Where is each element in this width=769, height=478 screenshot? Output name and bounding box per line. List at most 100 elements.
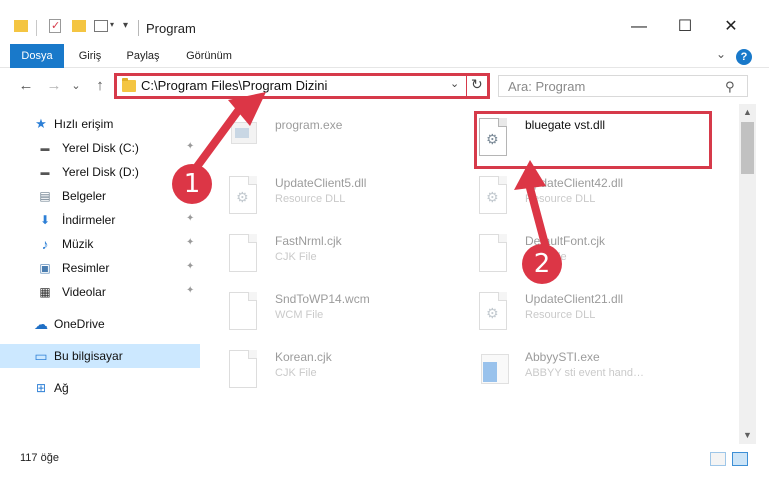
search-input[interactable]: Ara: Program: [508, 79, 585, 94]
sidebar-item-drive-d[interactable]: ▬ Yerel Disk (D:): [0, 160, 200, 184]
file-item[interactable]: Korean.cjk CJK File: [205, 342, 450, 398]
drive-icon: ▬: [40, 143, 50, 153]
file-type: Resource DLL: [525, 193, 596, 205]
file-type: ABBYY sti event hand…: [525, 367, 645, 379]
gear-icon: ⚙: [486, 189, 499, 205]
dll-icon: ⚙: [479, 292, 511, 332]
file-name: UpdateClient5.dll: [275, 176, 367, 190]
file-name: FastNrml.cjk: [275, 234, 342, 248]
properties-icon[interactable]: ✓: [48, 16, 64, 36]
pictures-icon: ▣: [39, 261, 51, 275]
scroll-thumb[interactable]: [741, 122, 754, 174]
file-type: CJK File: [275, 367, 317, 379]
customize-quick-access-icon[interactable]: ▾: [94, 16, 114, 36]
help-icon[interactable]: ?: [736, 49, 752, 65]
title-bar: ✓ ▾ ▾ Program — ☐ ✕: [0, 0, 769, 44]
file-item[interactable]: FastNrml.cjk CJK File: [205, 226, 450, 282]
drive-icon: ▬: [40, 167, 50, 177]
callout-one: 1: [172, 164, 212, 204]
navigation-bar: ← → ⌄ ↑ C:\Program Files\Program Dizini …: [0, 68, 769, 104]
callout-two: 2: [522, 244, 562, 284]
sidebar-item-music[interactable]: ♪ Müzik ✦: [0, 232, 200, 256]
sidebar-item-network[interactable]: ⊞ Ağ: [0, 376, 200, 400]
gear-icon: ⚙: [236, 189, 249, 205]
documents-icon: ▤: [39, 189, 51, 203]
sidebar-item-label: Resimler: [62, 261, 110, 275]
folder-icon: [122, 78, 136, 92]
pin-icon: ✦: [186, 237, 195, 248]
exe-icon: [479, 350, 511, 390]
tab-home[interactable]: Giriş: [70, 44, 110, 68]
sidebar-item-videos[interactable]: ▦ Videolar ✦: [0, 280, 200, 304]
sidebar-item-documents[interactable]: ▤ Belgeler: [0, 184, 200, 208]
recent-locations-button[interactable]: ⌄: [66, 76, 86, 96]
document-icon: [229, 292, 261, 332]
file-name: Korean.cjk: [275, 350, 332, 364]
address-bar[interactable]: C:\Program Files\Program Dizini ⌄ ↻: [114, 73, 490, 99]
file-name: AbbyySTI.exe: [525, 350, 600, 364]
file-item[interactable]: SndToWP14.wcm WCM File: [205, 284, 450, 340]
minimize-button[interactable]: —: [616, 12, 662, 42]
navigation-pane: ★ Hızlı erişim ▬ Yerel Disk (C:) ✦ ▬ Yer…: [0, 104, 205, 444]
pin-icon: ✦: [186, 285, 195, 296]
exe-icon: [229, 118, 261, 158]
sidebar-item-quick-access[interactable]: ★ Hızlı erişim: [0, 112, 200, 136]
details-view-icon[interactable]: [710, 452, 726, 466]
folder-icon[interactable]: [14, 16, 28, 36]
file-name: SndToWP14.wcm: [275, 292, 370, 306]
close-button[interactable]: ✕: [708, 12, 754, 42]
back-button[interactable]: ←: [16, 76, 36, 96]
sidebar-item-label: Hızlı erişim: [54, 117, 114, 131]
maximize-button[interactable]: ☐: [662, 12, 708, 42]
sidebar-item-downloads[interactable]: ⬇ İndirmeler ✦: [0, 208, 200, 232]
tab-share[interactable]: Paylaş: [120, 44, 166, 68]
sidebar-item-drive-c[interactable]: ▬ Yerel Disk (C:) ✦: [0, 136, 200, 160]
computer-icon: ▭: [34, 348, 48, 364]
address-divider: [466, 76, 467, 96]
file-item[interactable]: ⚙ UpdateClient42.dll Resource DLL: [455, 168, 700, 224]
document-icon: [229, 350, 261, 390]
scroll-down-icon[interactable]: ▼: [739, 427, 756, 444]
file-name: program.exe: [275, 118, 343, 132]
title-divider: [138, 20, 139, 36]
sidebar-item-label: Bu bilgisayar: [54, 349, 123, 363]
dll-icon: ⚙: [229, 176, 261, 216]
highlight-box: [474, 111, 712, 169]
gear-icon: ⚙: [486, 305, 499, 321]
file-item[interactable]: DefaultFont.cjk CJK File: [455, 226, 700, 282]
file-type: Resource DLL: [275, 193, 346, 205]
sidebar-item-pictures[interactable]: ▣ Resimler ✦: [0, 256, 200, 280]
file-name: UpdateClient21.dll: [525, 292, 624, 306]
expand-ribbon-icon[interactable]: ⌄: [716, 47, 726, 61]
vertical-scrollbar[interactable]: ▲ ▼: [739, 104, 756, 444]
file-type: CJK File: [275, 251, 317, 263]
file-item[interactable]: ⚙ UpdateClient21.dll Resource DLL: [455, 284, 700, 340]
pin-icon: ✦: [186, 261, 195, 272]
new-folder-icon[interactable]: [72, 16, 86, 36]
forward-button[interactable]: →: [44, 76, 64, 96]
sidebar-item-label: İndirmeler: [62, 213, 116, 227]
file-item[interactable]: ⚙ UpdateClient5.dll Resource DLL: [205, 168, 450, 224]
file-item[interactable]: program.exe: [205, 110, 450, 166]
scroll-up-icon[interactable]: ▲: [739, 104, 756, 121]
item-count: 117 öğe: [20, 452, 59, 464]
search-icon[interactable]: ⚲: [725, 79, 735, 95]
ribbon-tabs: Dosya Giriş Paylaş Görünüm ⌄ ?: [0, 44, 769, 100]
search-box[interactable]: Ara: Program ⚲: [498, 75, 748, 97]
tab-view[interactable]: Görünüm: [178, 44, 240, 68]
large-icons-view-icon[interactable]: [732, 452, 748, 466]
star-icon: ★: [35, 116, 47, 131]
address-dropdown-icon[interactable]: ⌄: [450, 77, 459, 90]
sidebar-item-onedrive[interactable]: ☁ OneDrive: [0, 312, 200, 336]
file-item[interactable]: AbbyySTI.exe ABBYY sti event hand…: [455, 342, 700, 398]
quick-access-dropdown-icon[interactable]: ▾: [123, 20, 133, 40]
downloads-icon: ⬇: [39, 213, 51, 227]
file-name: UpdateClient42.dll: [525, 176, 624, 190]
address-path[interactable]: C:\Program Files\Program Dizini: [141, 78, 327, 93]
dll-icon: ⚙: [479, 176, 511, 216]
up-button[interactable]: ↑: [90, 76, 110, 96]
sidebar-item-this-pc[interactable]: ▭ Bu bilgisayar: [0, 344, 200, 368]
sidebar-item-label: Belgeler: [62, 189, 107, 203]
refresh-button[interactable]: ↻: [471, 76, 483, 93]
sidebar-item-label: Yerel Disk (D:): [62, 165, 139, 179]
